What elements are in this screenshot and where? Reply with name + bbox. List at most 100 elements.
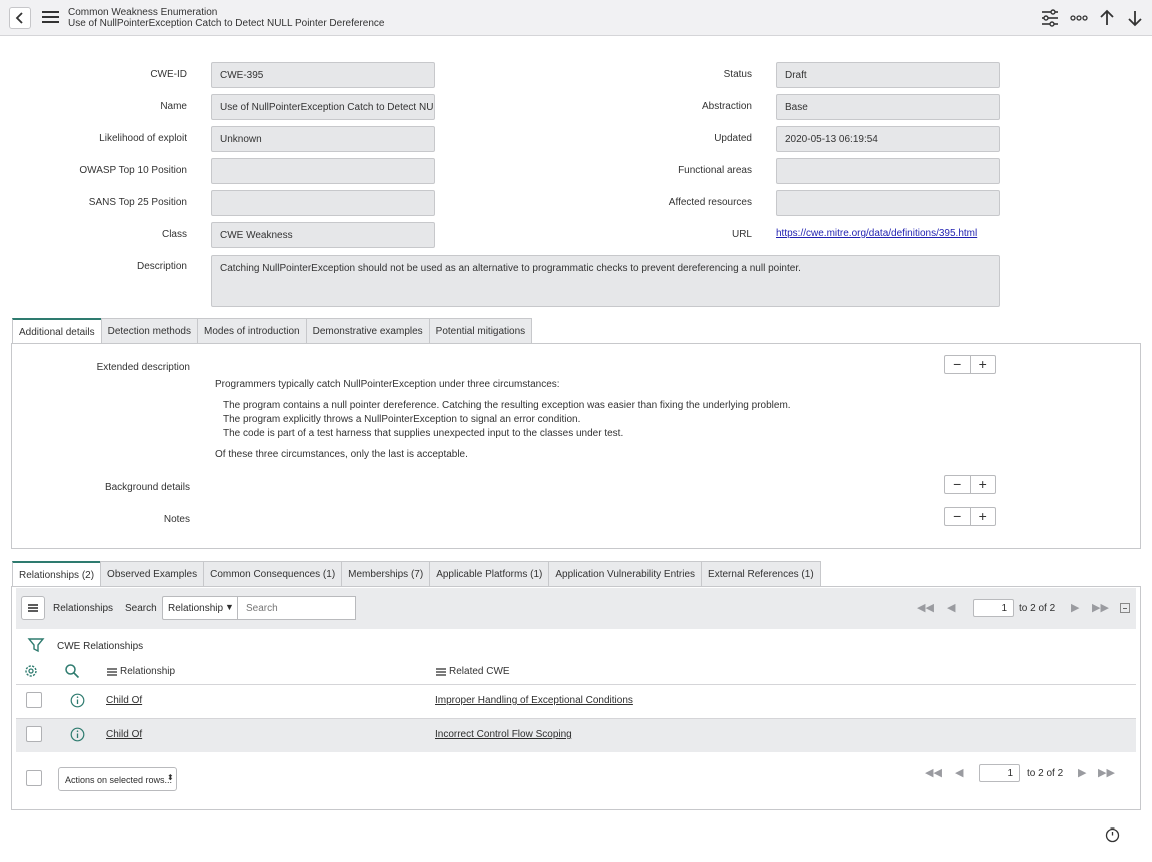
search-input[interactable] xyxy=(237,596,356,620)
name-label: Name xyxy=(160,101,187,112)
sans-position-field[interactable] xyxy=(211,190,435,216)
actions-select-value: Actions on selected rows... xyxy=(65,775,173,785)
url-link[interactable]: https://cwe.mitre.org/data/definitions/3… xyxy=(776,228,977,239)
column-menu-icon[interactable] xyxy=(106,667,118,677)
tab-modes-of-introduction[interactable]: Modes of introduction xyxy=(197,318,307,343)
search-field-value: Relationship xyxy=(168,603,224,614)
extended-outro: Of these three circumstances, only the l… xyxy=(215,449,468,460)
class-field[interactable]: CWE Weakness xyxy=(211,222,435,248)
relationship-link[interactable]: Child Of xyxy=(106,729,142,740)
tab-applicable-platforms[interactable]: Applicable Platforms (1) xyxy=(429,561,550,586)
name-field[interactable]: Use of NullPointerException Catch to Det… xyxy=(211,94,435,120)
last-page-icon[interactable]: ▶▶ xyxy=(1098,766,1115,779)
page-range: to 2 of 2 xyxy=(1019,603,1056,614)
last-page-icon[interactable]: ▶▶ xyxy=(1092,601,1109,614)
first-page-icon[interactable]: ◀◀ xyxy=(925,766,942,779)
extended-item: The program explicitly throws a NullPoin… xyxy=(223,414,581,425)
chevron-left-icon xyxy=(15,12,23,24)
next-record-icon[interactable] xyxy=(1125,9,1145,27)
page-range: to 2 of 2 xyxy=(1027,768,1064,779)
tab-detection-methods[interactable]: Detection methods xyxy=(100,318,198,343)
detail-tabs: Additional details Detection methods Mod… xyxy=(12,318,533,344)
cwe-id-field[interactable]: CWE-395 xyxy=(211,62,435,88)
tab-memberships[interactable]: Memberships (7) xyxy=(341,561,431,586)
tab-relationships[interactable]: Relationships (2) xyxy=(12,561,102,587)
tab-demonstrative-examples[interactable]: Demonstrative examples xyxy=(305,318,430,343)
next-page-icon[interactable]: ▶ xyxy=(1071,601,1079,614)
abstraction-field[interactable]: Base xyxy=(776,94,1000,120)
stopwatch-icon[interactable] xyxy=(1104,826,1121,843)
breadcrumb[interactable]: CWE Relationships xyxy=(57,641,143,652)
tab-application-vulnerability-entries[interactable]: Application Vulnerability Entries xyxy=(548,561,703,586)
select-arrows-icon: ⬍ xyxy=(167,773,174,782)
related-cwe-link[interactable]: Incorrect Control Flow Scoping xyxy=(435,729,572,740)
page-input[interactable]: 1 xyxy=(979,764,1020,782)
collapse-list-icon[interactable] xyxy=(1120,603,1130,613)
likelihood-field[interactable]: Unknown xyxy=(211,126,435,152)
gear-icon[interactable] xyxy=(23,663,39,679)
tab-common-consequences[interactable]: Common Consequences (1) xyxy=(203,561,343,586)
collapse-button[interactable]: − xyxy=(945,508,971,525)
back-button[interactable] xyxy=(9,7,31,29)
notes-label: Notes xyxy=(163,514,190,525)
owasp-position-label: OWASP Top 10 Position xyxy=(79,165,187,176)
more-options-icon[interactable] xyxy=(1069,9,1089,27)
table-row xyxy=(16,719,1136,752)
search-icon[interactable] xyxy=(64,663,80,679)
form-title: Common Weakness Enumeration xyxy=(68,7,218,18)
form-header: Common Weakness Enumeration Use of NullP… xyxy=(0,0,1152,36)
collapse-button[interactable]: − xyxy=(945,356,971,373)
tab-external-references[interactable]: External References (1) xyxy=(701,561,821,586)
updated-label: Updated xyxy=(714,133,752,144)
status-field[interactable]: Draft xyxy=(776,62,1000,88)
next-page-icon[interactable]: ▶ xyxy=(1078,766,1086,779)
list-menu-button[interactable] xyxy=(21,596,45,620)
expand-button[interactable]: + xyxy=(971,508,996,525)
related-list-tabs: Relationships (2) Observed Examples Comm… xyxy=(12,561,821,587)
background-details-label: Background details xyxy=(104,482,190,493)
affected-resources-field[interactable] xyxy=(776,190,1000,216)
settings-sliders-icon[interactable] xyxy=(1040,9,1060,27)
column-header-related-cwe[interactable]: Related CWE xyxy=(449,666,510,677)
functional-areas-field[interactable] xyxy=(776,158,1000,184)
tab-potential-mitigations[interactable]: Potential mitigations xyxy=(428,318,533,343)
row-checkbox[interactable] xyxy=(26,726,42,742)
previous-record-icon[interactable] xyxy=(1097,9,1117,27)
functional-areas-label: Functional areas xyxy=(678,165,752,176)
collapse-button[interactable]: − xyxy=(945,476,971,493)
filter-icon[interactable] xyxy=(27,636,45,654)
record-title: Use of NullPointerException Catch to Det… xyxy=(68,18,385,29)
url-label: URL xyxy=(731,229,752,240)
first-page-icon[interactable]: ◀◀ xyxy=(917,601,934,614)
tab-observed-examples[interactable]: Observed Examples xyxy=(100,561,205,586)
tab-additional-details[interactable]: Additional details xyxy=(12,318,102,344)
likelihood-label: Likelihood of exploit xyxy=(99,133,187,144)
previous-page-icon[interactable]: ◀ xyxy=(955,766,963,779)
select-all-checkbox[interactable] xyxy=(26,770,42,786)
column-menu-icon[interactable] xyxy=(435,667,447,677)
extended-item: The code is part of a test harness that … xyxy=(223,428,624,439)
menu-icon xyxy=(28,604,38,612)
expand-button[interactable]: + xyxy=(971,476,996,493)
extended-description-label: Extended description xyxy=(96,362,190,373)
menu-icon[interactable] xyxy=(42,11,59,25)
related-cwe-link[interactable]: Improper Handling of Exceptional Conditi… xyxy=(435,695,633,706)
page-input[interactable]: 1 xyxy=(973,599,1014,617)
dropdown-arrow-icon: ▼ xyxy=(225,602,234,612)
search-field-select[interactable]: Relationship ▼ xyxy=(162,596,238,620)
row-checkbox[interactable] xyxy=(26,692,42,708)
updated-field[interactable]: 2020-05-13 06:19:54 xyxy=(776,126,1000,152)
expand-button[interactable]: + xyxy=(971,356,996,373)
description-field[interactable]: Catching NullPointerException should not… xyxy=(211,255,1000,307)
info-icon[interactable] xyxy=(70,693,85,708)
relationship-link[interactable]: Child Of xyxy=(106,695,142,706)
info-icon[interactable] xyxy=(70,727,85,742)
column-header-relationship[interactable]: Relationship xyxy=(120,666,175,677)
background-expand-collapse: − + xyxy=(944,475,996,494)
actions-select[interactable]: Actions on selected rows... ⬍ xyxy=(58,767,177,791)
extended-intro: Programmers typically catch NullPointerE… xyxy=(215,379,560,390)
class-label: Class xyxy=(161,229,187,240)
owasp-position-field[interactable] xyxy=(211,158,435,184)
previous-page-icon[interactable]: ◀ xyxy=(947,601,955,614)
affected-resources-label: Affected resources xyxy=(668,197,752,208)
